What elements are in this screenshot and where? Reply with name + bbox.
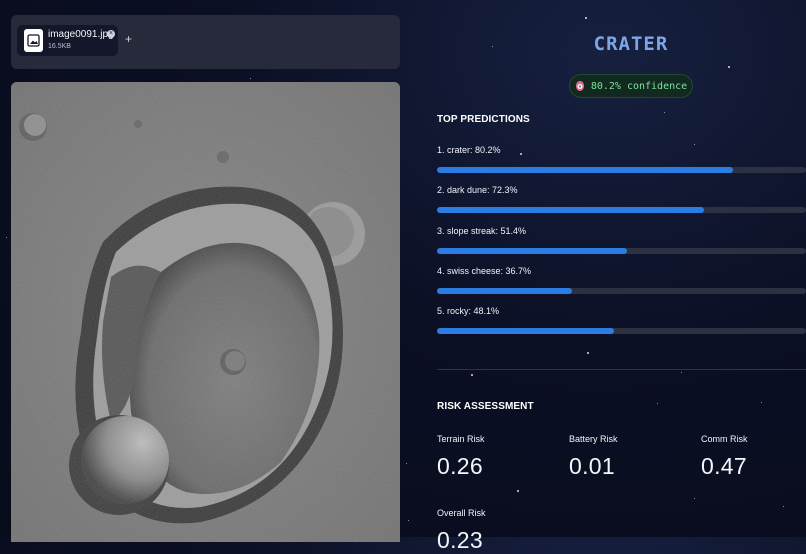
prediction-label: 3. slope streak: 51.4% bbox=[437, 226, 527, 236]
predicted-class-title: CRATER bbox=[593, 33, 669, 55]
terrain-risk-label: Terrain Risk bbox=[437, 434, 485, 444]
risk-assessment-heading: RISK ASSESSMENT bbox=[437, 401, 534, 412]
prediction-bar-fill bbox=[437, 328, 615, 334]
prediction-bar-fill bbox=[437, 288, 573, 294]
star bbox=[471, 374, 473, 376]
prediction-bar-fill bbox=[437, 167, 733, 173]
star bbox=[406, 463, 407, 464]
battery-risk-metric: Battery Risk 0.01 bbox=[569, 434, 618, 480]
star bbox=[681, 372, 682, 373]
prediction-label: 4. swiss cheese: 36.7% bbox=[437, 266, 532, 276]
star bbox=[6, 237, 7, 238]
overall-risk-value: 0.23 bbox=[437, 527, 483, 553]
prediction-bar-track bbox=[437, 167, 806, 173]
confidence-badge: 80.2% confidence bbox=[569, 74, 693, 98]
target-icon bbox=[575, 81, 584, 91]
star bbox=[694, 498, 695, 499]
star bbox=[761, 402, 762, 403]
star bbox=[492, 46, 493, 47]
prediction-bar-track bbox=[437, 328, 806, 334]
prediction-bar-track bbox=[437, 207, 806, 213]
file-uploader: image0091.jpg 16.5KB × + bbox=[11, 15, 400, 69]
star bbox=[250, 78, 251, 79]
comm-risk-metric: Comm Risk 0.47 bbox=[701, 434, 748, 480]
prediction-item: 2. dark dune: 72.3% bbox=[437, 185, 806, 213]
close-circle-icon[interactable]: × bbox=[107, 30, 115, 38]
prediction-label: 2. dark dune: 72.3% bbox=[437, 185, 518, 195]
overall-risk-metric: Overall Risk 0.23 bbox=[437, 508, 486, 554]
prediction-label: 5. rocky: 48.1% bbox=[437, 306, 500, 316]
uploaded-file-chip[interactable]: image0091.jpg 16.5KB × bbox=[17, 25, 118, 56]
crater-image-render bbox=[11, 82, 400, 542]
star bbox=[585, 17, 587, 19]
prediction-item: 5. rocky: 48.1% bbox=[437, 306, 806, 334]
prediction-bar-fill bbox=[437, 207, 704, 213]
prediction-bar-fill bbox=[437, 248, 627, 254]
prediction-item: 1. crater: 80.2% bbox=[437, 145, 806, 173]
overall-risk-label: Overall Risk bbox=[437, 508, 486, 518]
prediction-item: 4. swiss cheese: 36.7% bbox=[437, 266, 806, 294]
comm-risk-value: 0.47 bbox=[701, 453, 747, 479]
star bbox=[517, 490, 519, 492]
star bbox=[657, 403, 658, 404]
prediction-bar-track bbox=[437, 248, 806, 254]
prediction-item: 3. slope streak: 51.4% bbox=[437, 226, 806, 254]
battery-risk-label: Battery Risk bbox=[569, 434, 618, 444]
star bbox=[664, 112, 665, 113]
star bbox=[783, 506, 784, 507]
star bbox=[408, 520, 409, 521]
confidence-text: 80.2% confidence bbox=[590, 80, 688, 92]
star bbox=[728, 66, 730, 68]
image-file-icon bbox=[24, 29, 43, 52]
battery-risk-value: 0.01 bbox=[569, 453, 615, 479]
file-size: 16.5KB bbox=[48, 43, 71, 50]
add-file-button[interactable]: + bbox=[125, 33, 132, 45]
section-divider bbox=[437, 369, 806, 370]
crater-image bbox=[11, 82, 400, 542]
terrain-risk-value: 0.26 bbox=[437, 453, 483, 479]
star bbox=[587, 352, 589, 354]
file-name: image0091.jpg bbox=[48, 29, 114, 40]
comm-risk-label: Comm Risk bbox=[701, 434, 748, 444]
prediction-bar-track bbox=[437, 288, 806, 294]
top-predictions-heading: TOP PREDICTIONS bbox=[437, 114, 530, 125]
terrain-risk-metric: Terrain Risk 0.26 bbox=[437, 434, 485, 480]
prediction-label: 1. crater: 80.2% bbox=[437, 145, 501, 155]
